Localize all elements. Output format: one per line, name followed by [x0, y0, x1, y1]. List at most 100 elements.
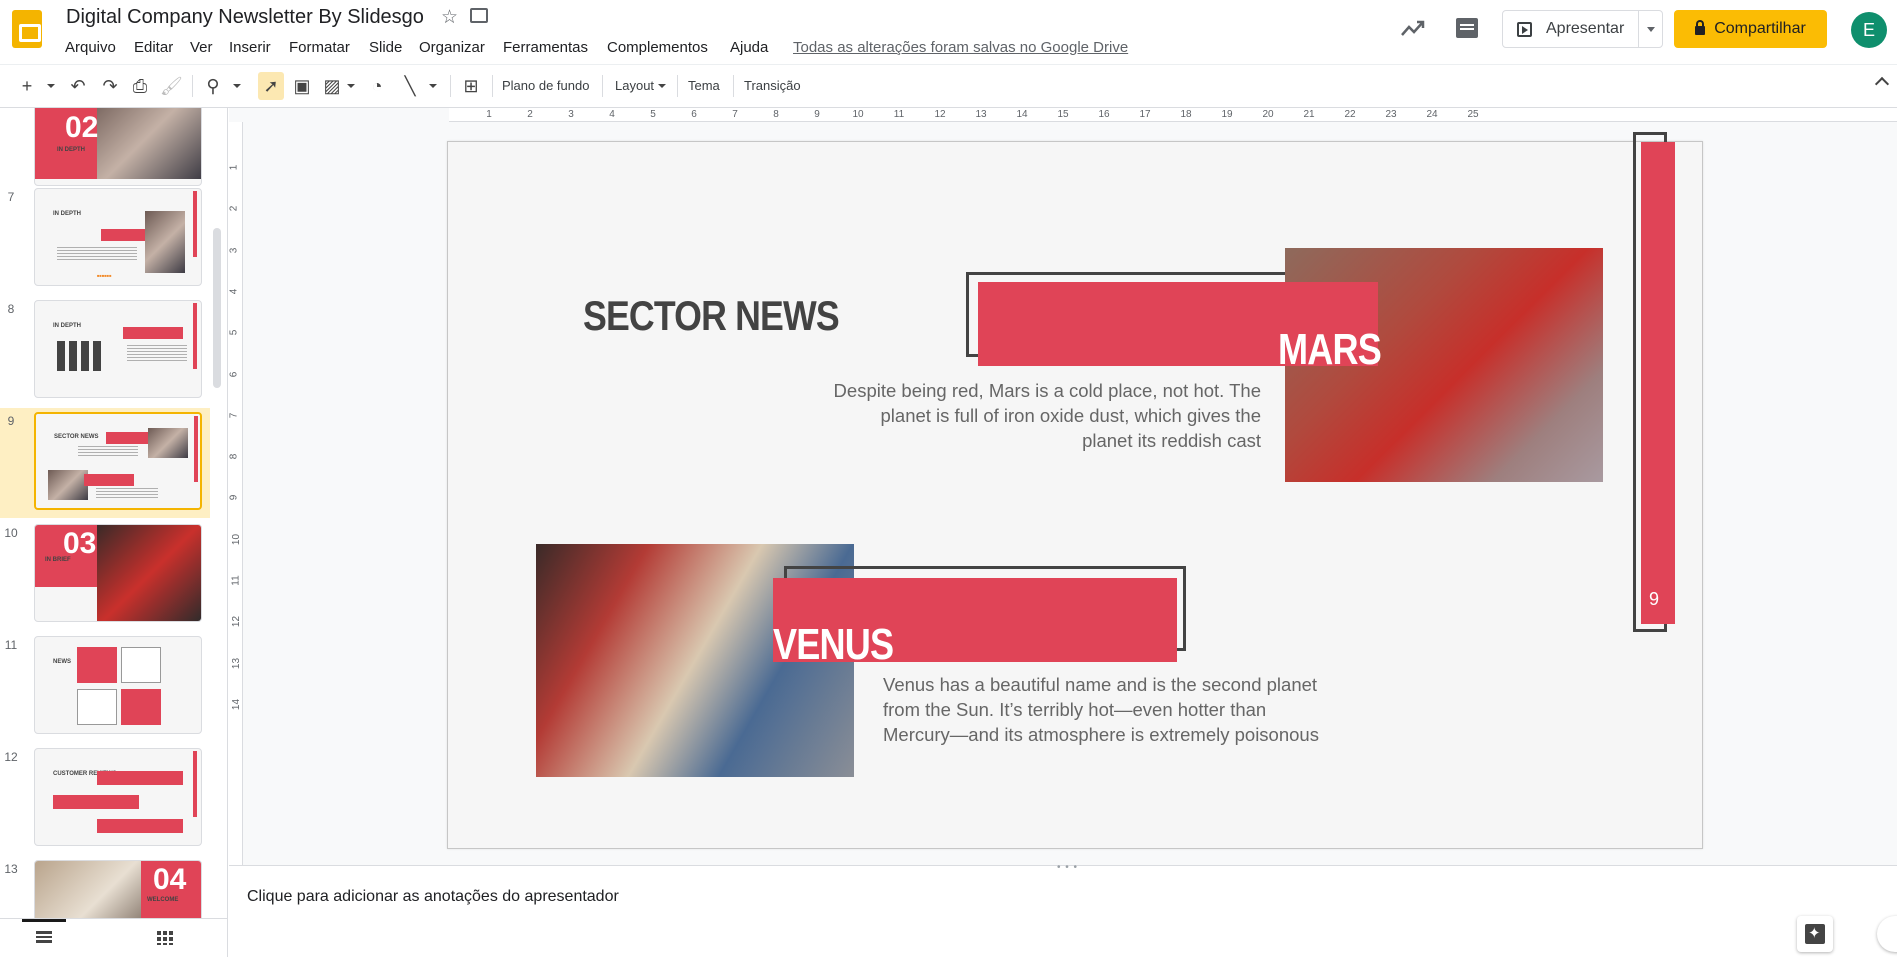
document-title[interactable]: Digital Company Newsletter By Slidesgo	[66, 6, 424, 29]
present-button[interactable]: Apresentar	[1503, 11, 1638, 47]
explore-button[interactable]	[1797, 916, 1833, 952]
line-icon[interactable]: ╲	[400, 75, 420, 97]
select-tool[interactable]: ➚	[258, 72, 284, 100]
ruler-tick-label: 6	[691, 109, 697, 120]
slide-number: 10	[4, 526, 18, 540]
slide-thumbnail-10[interactable]: 03 IN BRIEF	[34, 524, 202, 622]
thumbnail-white-block	[77, 689, 117, 725]
present-options-chevron-down-icon[interactable]	[1638, 11, 1663, 47]
transition-button[interactable]: Transição	[744, 78, 801, 93]
collapse-menu-chevron-up-icon[interactable]	[1874, 76, 1890, 92]
account-avatar[interactable]: E	[1851, 12, 1887, 48]
view-active-indicator	[22, 919, 66, 922]
thumbnail-photo	[97, 108, 201, 179]
thumbnail-red-block	[97, 819, 183, 833]
shape-icon[interactable]: ◔	[366, 75, 388, 97]
slide-filmstrip: 02 IN DEPTH 7 IN DEPTH ■■■■■■ 8 IN DEPTH…	[0, 108, 228, 957]
slide-thumbnail-11[interactable]: NEWS	[34, 636, 202, 734]
thumbnail-red-block	[77, 647, 117, 683]
speaker-notes-input[interactable]: Clique para adicionar as anotações do ap…	[247, 888, 619, 906]
slide-thumbnail-7[interactable]: IN DEPTH ■■■■■■	[34, 188, 202, 286]
undo-icon[interactable]: ↶	[68, 75, 88, 97]
thumbnail-text-lines	[78, 446, 138, 456]
theme-button[interactable]: Tema	[688, 78, 720, 93]
print-icon[interactable]: ⎙	[130, 75, 150, 97]
lock-icon	[1695, 20, 1706, 35]
zoom-icon[interactable]: ⚲	[202, 75, 224, 97]
horizontal-ruler[interactable]: 1 2 3 4 5 6 7 8 9 10 11 12 13 14 15 16 17 18 19 20 21 22 23 24 2…	[449, 108, 1897, 122]
redo-icon[interactable]: ↷	[100, 75, 120, 97]
activity-dashboard-icon[interactable]	[1400, 17, 1426, 39]
slides-logo-icon[interactable]	[12, 10, 42, 48]
toolbar-divider	[492, 75, 493, 97]
slide-number: 11	[4, 638, 18, 652]
ruler-tick-label: 23	[1385, 109, 1397, 120]
side-panel-toggle[interactable]	[1877, 916, 1897, 952]
menu-arquivo[interactable]: Arquivo	[65, 39, 116, 56]
mars-heading[interactable]: MARS	[1278, 325, 1382, 375]
slide-thumbnail-9[interactable]: SECTOR NEWS	[34, 412, 202, 510]
ruler-tick-label: 12	[231, 616, 243, 628]
slide-title[interactable]: SECTOR NEWS	[583, 292, 840, 340]
thumbnail-caption: IN BRIEF	[45, 557, 71, 563]
save-status-link[interactable]: Todas as alterações foram salvas no Goog…	[793, 39, 1128, 56]
layout-chevron-down-icon[interactable]	[658, 84, 666, 88]
mars-body-text[interactable]: Despite being red, Mars is a cold place,…	[828, 378, 1261, 453]
filmstrip-view-icon[interactable]	[36, 931, 52, 943]
comment-history-icon[interactable]	[1456, 18, 1478, 38]
ruler-tick-label: 11	[893, 109, 905, 120]
ruler-tick-label: 17	[1139, 109, 1151, 120]
thumbnail-caption: SECTOR NEWS	[54, 434, 99, 440]
menu-formatar[interactable]: Formatar	[289, 39, 350, 56]
layout-button[interactable]: Layout	[615, 78, 654, 93]
share-button[interactable]: Compartilhar	[1674, 10, 1827, 48]
slide-thumbnail-12[interactable]: CUSTOMER REVIEWS	[34, 748, 202, 846]
ruler-tick-label: 20	[1262, 109, 1274, 120]
venus-body-text[interactable]: Venus has a beautiful name and is the se…	[883, 672, 1323, 747]
grid-view-icon[interactable]	[157, 931, 173, 945]
background-button[interactable]: Plano de fundo	[502, 78, 589, 93]
filmstrip-scrollbar[interactable]	[213, 228, 221, 388]
thumbnail-number: 03	[63, 527, 97, 560]
comment-add-icon[interactable]: ⊞	[460, 75, 482, 97]
textbox-icon[interactable]: ▣	[292, 75, 312, 97]
thumbnail-bar	[57, 341, 65, 371]
menu-ferramentas[interactable]: Ferramentas	[503, 39, 588, 56]
zoom-chevron-down-icon[interactable]	[233, 84, 241, 88]
ruler-tick-label: 14	[1016, 109, 1028, 120]
menu-slide[interactable]: Slide	[369, 39, 402, 56]
image-chevron-down-icon[interactable]	[347, 84, 355, 88]
venus-heading[interactable]: VENUS	[773, 620, 894, 670]
slide-thumbnail-6[interactable]: 02 IN DEPTH	[34, 108, 202, 186]
slide-canvas[interactable]: SECTOR NEWS MARS Despite being red, Mars…	[447, 132, 1703, 849]
menu-organizar[interactable]: Organizar	[419, 39, 485, 56]
image-icon[interactable]: ▨	[322, 75, 342, 97]
ruler-tick-label: 7	[228, 412, 240, 419]
menu-ver[interactable]: Ver	[190, 39, 213, 56]
ruler-tick-label: 10	[852, 109, 864, 120]
vertical-ruler[interactable]: 1 2 3 4 5 6 7 8 9 10 11 12 13 14	[228, 122, 243, 865]
ruler-tick-label: 10	[231, 533, 243, 545]
menu-editar[interactable]: Editar	[134, 39, 173, 56]
notes-resize-handle[interactable]: • • •	[1057, 862, 1078, 873]
ruler-tick-label: 25	[1467, 109, 1479, 120]
slide-number: 8	[7, 302, 15, 316]
menu-ajuda[interactable]: Ajuda	[730, 39, 768, 56]
move-to-folder-icon[interactable]	[470, 8, 488, 23]
paint-format-icon[interactable]: 🖌	[160, 75, 183, 97]
ruler-tick-label: 6	[228, 371, 240, 377]
ruler-tick-label: 3	[228, 247, 240, 253]
add-chevron-down-icon[interactable]	[47, 84, 55, 88]
filmstrip-footer	[0, 918, 227, 957]
slide-thumbnail-8[interactable]: IN DEPTH	[34, 300, 202, 398]
menu-complementos[interactable]: Complementos	[607, 39, 708, 56]
add-icon[interactable]: +	[18, 75, 36, 97]
ruler-tick-label: 8	[773, 109, 779, 120]
side-red-bar[interactable]	[1641, 142, 1675, 624]
share-label: Compartilhar	[1714, 20, 1806, 37]
present-label: Apresentar	[1546, 20, 1625, 37]
line-chevron-down-icon[interactable]	[429, 84, 437, 88]
menu-inserir[interactable]: Inserir	[229, 39, 271, 56]
slide-page-number[interactable]: 9	[1649, 589, 1659, 610]
star-icon[interactable]: ☆	[441, 6, 458, 29]
